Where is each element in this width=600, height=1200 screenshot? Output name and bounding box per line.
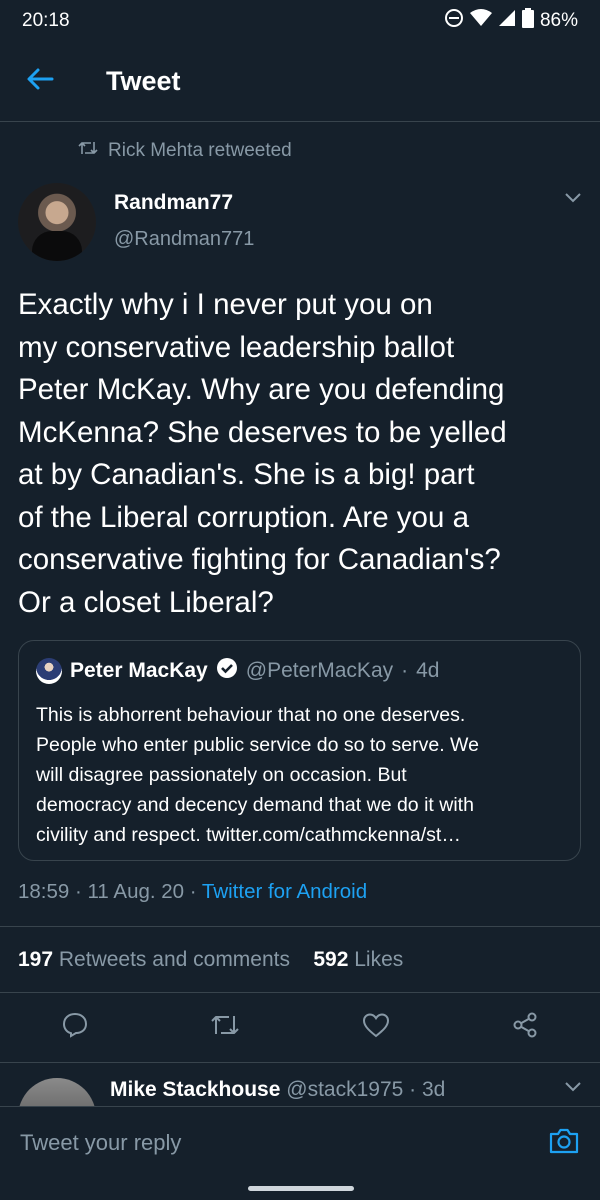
- quoted-avatar: [36, 658, 62, 684]
- avatar[interactable]: [18, 1078, 96, 1106]
- back-arrow-icon: [26, 67, 54, 96]
- reply-tweet[interactable]: Mike Stackhouse @stack1975 · 3d: [0, 1070, 600, 1106]
- back-button[interactable]: [0, 42, 80, 122]
- battery-percent: 86%: [539, 10, 578, 31]
- wifi-icon: [469, 9, 492, 33]
- status-bar: 20:18 86%: [0, 0, 600, 42]
- quoted-handle: @PeterMacKay: [245, 659, 394, 682]
- retweets-label: Retweets and comments: [58, 948, 290, 971]
- app-bar: Tweet: [0, 42, 600, 122]
- reply-icon: [61, 1012, 89, 1043]
- camera-button[interactable]: [548, 1126, 580, 1161]
- engagement-counts: 197 Retweets and comments 592 Likes: [18, 948, 403, 972]
- camera-icon: [548, 1128, 580, 1160]
- like-button[interactable]: [362, 1012, 390, 1043]
- reply-input[interactable]: [18, 1124, 522, 1162]
- quoted-tweet[interactable]: Peter MacKay @PeterMacKay · 4d This is a…: [18, 640, 581, 861]
- verified-badge-icon: [216, 657, 238, 685]
- retweets-count: 197: [18, 948, 54, 971]
- retweet-icon: [210, 1015, 240, 1042]
- heart-icon: [362, 1012, 390, 1042]
- reply-author-name: Mike Stackhouse: [110, 1078, 281, 1101]
- reply-age: 3d: [422, 1078, 446, 1101]
- tweet-date: 11 Aug. 20: [87, 880, 185, 903]
- reply-dot: ·: [409, 1078, 417, 1101]
- tweet-menu-button[interactable]: [564, 191, 582, 209]
- reply-menu-button[interactable]: [564, 1080, 582, 1098]
- page-title: Tweet: [106, 66, 181, 96]
- retweet-context-label: Rick Mehta retweeted: [108, 140, 292, 161]
- tweet-text: Exactly why i I never put you on my cons…: [18, 288, 507, 619]
- divider: [0, 926, 600, 927]
- reply-button[interactable]: [61, 1011, 89, 1044]
- tweet-source-link[interactable]: Twitter for Android: [202, 880, 367, 903]
- home-indicator[interactable]: [248, 1186, 354, 1191]
- avatar[interactable]: [18, 183, 96, 261]
- quoted-tweet-header: Peter MacKay @PeterMacKay · 4d: [36, 657, 439, 685]
- quoted-dot: ·: [401, 659, 409, 682]
- chevron-down-icon: [564, 1080, 582, 1097]
- likes-count: 592: [313, 948, 349, 971]
- divider: [0, 992, 600, 993]
- battery-icon: [521, 8, 534, 34]
- retweet-context[interactable]: Rick Mehta retweeted: [78, 140, 292, 162]
- author-name[interactable]: Randman77: [114, 191, 233, 215]
- divider: [0, 1062, 600, 1063]
- quoted-text: This is abhorrent behaviour that no one …: [36, 704, 479, 846]
- reply-author-handle: @stack1975: [286, 1078, 404, 1101]
- status-time: 20:18: [22, 10, 70, 31]
- do-not-disturb-icon: [444, 8, 464, 34]
- share-icon: [511, 1012, 539, 1043]
- status-icons: 86%: [444, 8, 578, 34]
- meta-separator: ·: [75, 880, 88, 903]
- share-button[interactable]: [511, 1011, 539, 1044]
- tweet-actions: [0, 1005, 600, 1049]
- quoted-age: 4d: [416, 659, 440, 682]
- signal-icon: [498, 9, 516, 33]
- retweet-button[interactable]: [210, 1012, 240, 1043]
- chevron-down-icon: [564, 191, 582, 208]
- meta-separator: ·: [189, 880, 202, 903]
- likes-label: Likes: [354, 948, 404, 971]
- retweet-icon: [78, 140, 98, 162]
- likes-stat[interactable]: 592 Likes: [313, 948, 403, 971]
- reply-composer: [0, 1106, 600, 1178]
- author-handle[interactable]: @Randman771: [114, 228, 254, 251]
- tweet-meta: 18:59 · 11 Aug. 20 · Twitter for Android: [18, 880, 367, 904]
- quoted-name: Peter MacKay: [70, 659, 208, 682]
- tweet-author: Randman77 @Randman771: [18, 183, 582, 263]
- tweet-time: 18:59: [18, 880, 70, 903]
- retweets-stat[interactable]: 197 Retweets and comments: [18, 948, 290, 971]
- reply-tweet-header: Mike Stackhouse @stack1975 · 3d: [110, 1078, 445, 1102]
